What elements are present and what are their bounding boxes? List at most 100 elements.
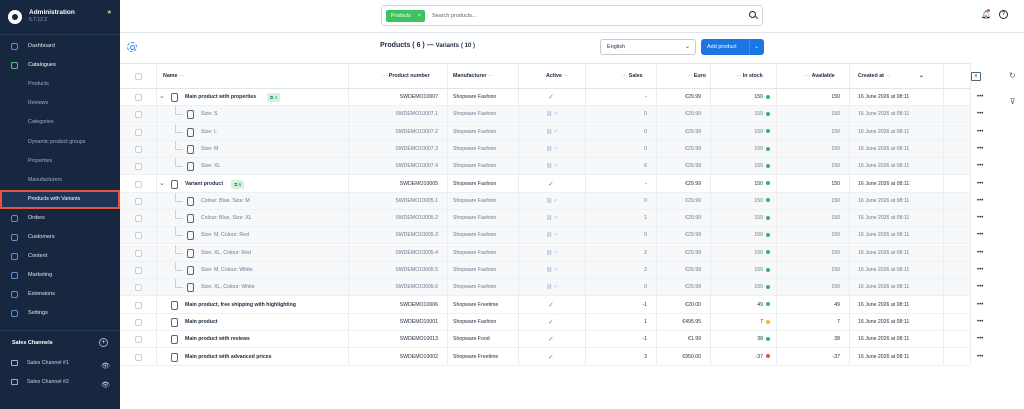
sidebar-item-dashboard[interactable]: Dashboard — [0, 37, 120, 56]
star-icon[interactable]: ★ — [107, 9, 112, 16]
product-name[interactable]: Main product with reviews — [185, 331, 250, 348]
column-created-at[interactable]: Created at ··· ⌄ — [858, 73, 924, 79]
sidebar-item-orders[interactable]: Orders — [0, 209, 120, 228]
product-name[interactable]: Main product, free shipping with highlig… — [185, 297, 296, 314]
sales-channel-item[interactable]: Sales Channel #2 👁︎ — [0, 373, 120, 391]
sidebar-item-reviews[interactable]: Reviews — [0, 94, 120, 113]
price-value: €29.99 — [685, 180, 701, 187]
table-row[interactable]: Main product SWDEMO10001 Shopware Fashion ✓… — [120, 313, 983, 331]
table-row[interactable]: ⌄ Main product with properties ⧉ 4 SWDEMO10… — [120, 89, 983, 106]
stock-value: 150 — [754, 210, 770, 227]
column-euro[interactable]: ··· Euro — [687, 73, 706, 79]
chevron-down-icon[interactable]: ⌄ — [754, 39, 759, 55]
refresh-icon[interactable]: ↻ — [1008, 71, 1017, 80]
row-checkbox[interactable] — [135, 111, 142, 119]
search-filter-chip[interactable]: Products × — [386, 10, 425, 22]
column-manufacturer[interactable]: Manufacturer ··· — [453, 73, 493, 79]
chevron-down-icon[interactable]: ⌄ — [159, 92, 165, 100]
sidebar-item-extensions[interactable]: Extensions — [0, 285, 120, 304]
table-row[interactable]: ⌄ Variant product ⧉ 6 SWDEMO10005 Shopware F… — [120, 175, 983, 193]
sidebar-item-content[interactable]: Content — [0, 247, 120, 266]
row-checkbox[interactable] — [135, 318, 142, 326]
sidebar-item-properties[interactable]: Properties — [0, 152, 120, 171]
product-name[interactable]: Size: M — [201, 141, 218, 158]
sales-channel-item[interactable]: Sales Channel #1 👁︎ — [0, 354, 120, 372]
column-name[interactable]: Name ··· — [163, 73, 184, 79]
table-row[interactable]: Colour: Blue, Size: M SWDEMO10005.1 Shopwa… — [120, 192, 983, 210]
table-row[interactable]: Size: XL, Colour: Red SWDEMO10005.4 Shopwa… — [120, 244, 983, 262]
table-row[interactable]: Size: M, Colour: Red SWDEMO10005.3 Shopwar… — [120, 227, 983, 245]
add-sales-channel-icon[interactable]: + — [99, 338, 108, 347]
search-icon[interactable] — [749, 11, 756, 18]
column-available[interactable]: ··· Available — [805, 73, 835, 79]
created-at-value: 16 June 2026 at 08:11 — [858, 215, 910, 222]
chevron-down-icon[interactable]: ⌄ — [159, 179, 165, 187]
table-row[interactable]: Size: S SWDEMO10007.1 Shopware Fashion ⛓ ✓ 0… — [120, 106, 983, 124]
product-name[interactable]: Main product — [185, 314, 218, 331]
tree-line — [175, 235, 183, 237]
row-checkbox[interactable] — [135, 232, 142, 240]
row-checkbox[interactable] — [135, 249, 142, 257]
product-name[interactable]: Size: XL, Colour: White — [201, 279, 255, 296]
row-checkbox[interactable] — [135, 180, 142, 188]
sidebar-item-settings[interactable]: Settings — [0, 304, 120, 323]
column-product-number[interactable]: ··· Product number — [382, 73, 430, 79]
table-row[interactable]: Size: XL SWDEMO10007.4 Shopware Fashion ⛓ ✓… — [120, 158, 983, 176]
table-row[interactable]: Main product with reviews SWDEMO10013 Shop… — [120, 331, 983, 349]
table-row[interactable]: Size: M, Colour: White SWDEMO10005.5 Shopw… — [120, 262, 983, 279]
product-name[interactable]: Size: L — [201, 124, 217, 141]
product-number: SWDEMO10005.5 — [395, 267, 438, 273]
table-row[interactable]: Main product, free shipping with highlig… — [120, 296, 983, 314]
sidebar-item-dynamic-product-groups[interactable]: Dynamic product groups — [0, 133, 120, 152]
column-product-number-label: Product number — [388, 73, 430, 79]
row-checkbox[interactable] — [135, 336, 142, 344]
product-name[interactable]: Size: M, Colour: White — [201, 262, 253, 279]
add-product-button[interactable]: Add product ⌄ — [701, 39, 764, 55]
product-name[interactable]: Variant product — [185, 176, 223, 193]
product-name[interactable]: Size: XL, Colour: Red — [201, 245, 251, 262]
select-all-checkbox[interactable] — [135, 73, 142, 80]
close-icon[interactable]: × — [418, 10, 421, 22]
sales-value: 0 — [644, 197, 647, 204]
help-icon[interactable]: ? — [999, 10, 1008, 19]
row-checkbox[interactable] — [135, 353, 142, 361]
sidebar-item-catalogues[interactable]: Catalogues — [0, 56, 120, 75]
product-name[interactable]: Size: M, Colour: Red — [201, 227, 249, 244]
filter-icon[interactable]: ⊽ — [1008, 97, 1017, 106]
table-row[interactable]: Size: M SWDEMO10007.3 Shopware Fashion ⛓ ✓ 0… — [120, 140, 983, 158]
table-row[interactable]: Size: L SWDEMO10007.2 Shopware Fashion ⛓ ✓ 0… — [120, 123, 983, 141]
table-row[interactable]: Colour: Blue, Size: XL SWDEMO10005.2 Shopw… — [120, 210, 983, 228]
product-name[interactable]: Main product with advanced prices — [185, 349, 271, 366]
gear-icon[interactable] — [127, 42, 137, 52]
product-name[interactable]: Colour: Blue, Size: M — [201, 193, 250, 210]
row-checkbox[interactable] — [135, 145, 142, 153]
row-checkbox[interactable] — [135, 267, 142, 274]
product-name[interactable]: Size: XL — [201, 158, 220, 175]
row-checkbox[interactable] — [135, 284, 142, 292]
column-in-stock[interactable]: ··· In stock — [736, 73, 763, 79]
row-checkbox[interactable] — [135, 128, 142, 136]
column-settings-icon[interactable]: ≡ — [971, 72, 981, 81]
product-name[interactable]: Colour: Blue, Size: XL — [201, 210, 252, 227]
language-select[interactable]: English ⌄ — [600, 39, 696, 55]
sidebar-item-customers[interactable]: Customers — [0, 228, 120, 247]
row-checkbox[interactable] — [135, 163, 142, 171]
sidebar-item-products[interactable]: Products — [0, 75, 120, 94]
sidebar-item-products-with-variants[interactable]: Products with Variants — [0, 189, 120, 209]
sidebar-item-manufacturers[interactable]: Manufacturers — [0, 171, 120, 190]
table-row[interactable]: Size: XL, Colour: White SWDEMO10005.6 Shop… — [120, 279, 983, 297]
column-active[interactable]: Active ··· — [546, 73, 569, 79]
row-checkbox[interactable] — [135, 301, 142, 309]
row-checkbox[interactable] — [135, 94, 142, 101]
row-checkbox[interactable] — [135, 215, 142, 223]
brand[interactable]: Administration 6.7.12.2 ★ — [8, 8, 112, 28]
search-input[interactable] — [432, 10, 732, 22]
product-name[interactable]: Size: S — [201, 106, 217, 123]
product-name[interactable]: Main product with properties — [185, 89, 256, 106]
sidebar-item-marketing[interactable]: Marketing — [0, 266, 120, 285]
column-sales[interactable]: ··· Sales — [622, 73, 643, 79]
table-row[interactable]: Main product with advanced prices SWDEMO1… — [120, 348, 983, 366]
sidebar-item-categories[interactable]: Categories — [0, 113, 120, 132]
eye-icon[interactable]: 👁︎ — [101, 377, 110, 395]
row-checkbox[interactable] — [135, 197, 142, 205]
